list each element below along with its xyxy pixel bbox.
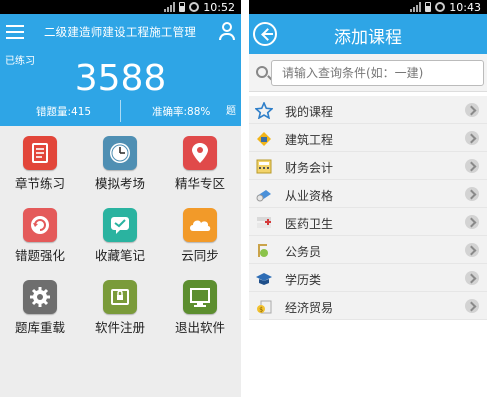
list-item-label: 我的课程 xyxy=(285,105,334,119)
tile-label: 云同步 xyxy=(181,248,219,263)
trade-icon: $ xyxy=(255,298,273,315)
list-item-my-courses[interactable]: 我的课程 xyxy=(249,96,487,124)
tile-chapter-practice[interactable]: 章节练习 xyxy=(0,126,80,198)
list-item-label: 公务员 xyxy=(285,245,322,259)
app-title: 二级建造师建设工程施工管理 xyxy=(43,25,197,39)
chevron-right-icon xyxy=(465,243,479,257)
tile-label: 收藏笔记 xyxy=(94,248,145,263)
wrong-count: 错题量:415 xyxy=(36,106,92,118)
accuracy-rate: 准确率:88% xyxy=(152,106,211,118)
tile-favorites-notes[interactable]: 收藏笔记 xyxy=(80,198,160,270)
monitor-icon xyxy=(183,280,217,314)
tile-label: 题库重载 xyxy=(14,320,65,335)
signal-icon xyxy=(164,2,176,12)
graduation-icon xyxy=(255,270,273,287)
list-item-label: 医药卫生 xyxy=(285,217,334,231)
course-category-list: 我的课程 建筑工程 财务会计 从业资格 医药卫生 公务员 学历类 $ 经济贸易 xyxy=(249,96,487,320)
user-icon[interactable] xyxy=(219,22,235,40)
tile-label: 模拟考场 xyxy=(94,176,145,191)
cloud-icon xyxy=(183,208,217,242)
practiced-count: 3588 xyxy=(74,58,167,99)
screen-gap xyxy=(241,0,249,397)
list-item-construction[interactable]: 建筑工程 xyxy=(249,124,487,152)
list-item-label: 建筑工程 xyxy=(285,133,334,147)
chevron-right-icon xyxy=(465,159,479,173)
list-item-medicine[interactable]: 医药卫生 xyxy=(249,208,487,236)
sync-status-icon xyxy=(435,2,446,12)
chevron-right-icon xyxy=(465,299,479,313)
search-input[interactable] xyxy=(271,60,484,86)
sync-status-icon xyxy=(189,2,200,12)
stats-header: 二级建造师建设工程施工管理 已练习 3588 题 错题量:415 准确率:88% xyxy=(0,14,241,126)
official-icon xyxy=(255,242,273,259)
chevron-right-icon xyxy=(465,271,479,285)
tile-cloud-sync[interactable]: 云同步 xyxy=(160,198,240,270)
status-bar: 10:43 xyxy=(249,0,487,14)
list-item-label: 经济贸易 xyxy=(285,301,334,315)
list-item-label: 学历类 xyxy=(285,273,322,287)
certificate-icon xyxy=(255,186,273,203)
list-item-finance[interactable]: 财务会计 xyxy=(249,152,487,180)
list-item-label: 财务会计 xyxy=(285,161,334,175)
list-item-label: 从业资格 xyxy=(285,189,334,203)
left-screen: 10:52 二级建造师建设工程施工管理 已练习 3588 题 错题量:415 准… xyxy=(0,0,241,397)
stats-divider xyxy=(120,100,121,122)
tile-register[interactable]: 软件注册 xyxy=(80,270,160,342)
tile-label: 精华专区 xyxy=(174,176,225,191)
tile-mock-exam[interactable]: 模拟考场 xyxy=(80,126,160,198)
tile-exit[interactable]: 退出软件 xyxy=(160,270,240,342)
chat-check-icon xyxy=(103,208,137,242)
building-icon xyxy=(255,130,273,147)
right-screen: 10:43 添加课程 我的课程 建筑工程 xyxy=(249,0,487,397)
tile-reload-bank[interactable]: 题库重载 xyxy=(0,270,80,342)
page-header: 添加课程 xyxy=(249,14,487,54)
gear-icon xyxy=(23,280,57,314)
status-time: 10:43 xyxy=(449,0,481,14)
list-item-education[interactable]: 学历类 xyxy=(249,264,487,292)
tile-label: 章节练习 xyxy=(14,176,65,191)
tile-label: 退出软件 xyxy=(174,320,225,335)
chevron-right-icon xyxy=(465,215,479,229)
search-icon[interactable] xyxy=(256,66,268,78)
svg-text:$: $ xyxy=(259,307,263,314)
tile-wrong-review[interactable]: 错题强化 xyxy=(0,198,80,270)
signal-icon xyxy=(410,2,422,12)
chevron-right-icon xyxy=(465,187,479,201)
battery-icon xyxy=(425,2,432,12)
tile-highlights[interactable]: 精华专区 xyxy=(160,126,240,198)
screenshot-root: 10:52 二级建造师建设工程施工管理 已练习 3588 题 错题量:415 准… xyxy=(0,0,487,397)
tile-label: 软件注册 xyxy=(94,320,145,335)
list-item-qualification[interactable]: 从业资格 xyxy=(249,180,487,208)
status-time: 10:52 xyxy=(203,0,235,14)
clock-icon xyxy=(103,136,137,170)
status-bar: 10:52 xyxy=(0,0,241,14)
tile-label: 错题强化 xyxy=(14,248,65,263)
menu-icon[interactable] xyxy=(6,25,24,39)
calculator-icon xyxy=(255,158,273,175)
star-icon xyxy=(254,100,274,120)
search-bar xyxy=(249,54,487,92)
medical-icon xyxy=(255,214,273,231)
page-title: 添加课程 xyxy=(334,28,402,48)
list-item-civil-servant[interactable]: 公务员 xyxy=(249,236,487,264)
document-icon xyxy=(23,136,57,170)
battery-icon xyxy=(179,2,186,12)
list-item-trade[interactable]: $ 经济贸易 xyxy=(249,292,487,320)
map-pin-icon xyxy=(183,136,217,170)
count-unit: 题 xyxy=(226,106,236,117)
lock-icon xyxy=(103,280,137,314)
chevron-right-icon xyxy=(465,103,479,117)
refresh-icon xyxy=(23,208,57,242)
chevron-right-icon xyxy=(465,131,479,145)
